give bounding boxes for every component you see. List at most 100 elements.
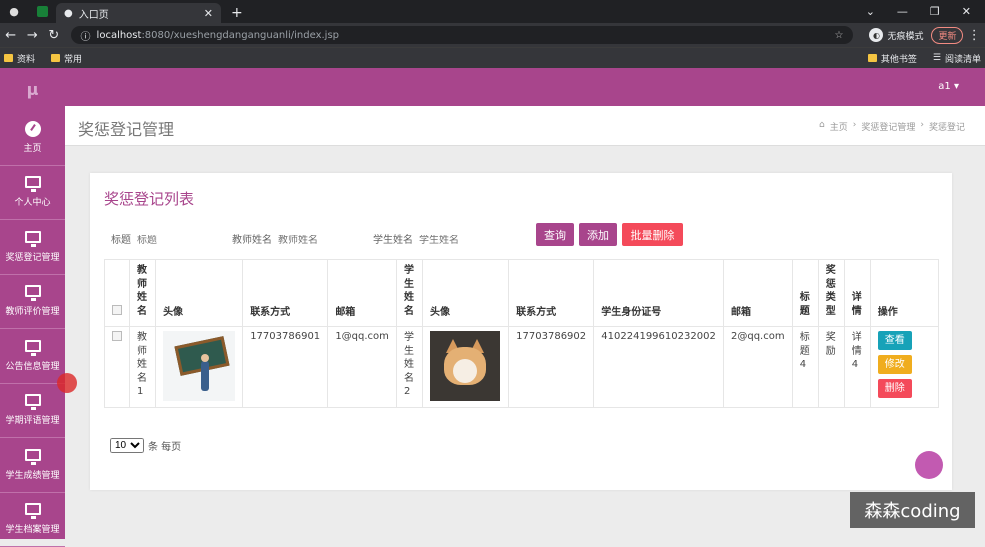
monitor-icon bbox=[25, 503, 41, 515]
tab-search-icon[interactable]: ⌄ bbox=[866, 5, 875, 18]
sidebar-item-label: 主页 bbox=[23, 141, 41, 154]
search-button[interactable]: 查询 bbox=[536, 223, 574, 246]
menu-icon[interactable]: ⋮ bbox=[963, 28, 985, 43]
add-button[interactable]: 添加 bbox=[579, 223, 617, 246]
sidebar-item-home[interactable]: 主页 bbox=[0, 111, 65, 166]
bookmark-label: 其他书签 bbox=[881, 52, 917, 65]
filter-label: 标题 bbox=[111, 235, 131, 246]
filter-title: 标题 bbox=[111, 231, 217, 246]
sidebar-item-term-comments[interactable]: 学期评语管理 bbox=[0, 384, 65, 439]
floating-action-button[interactable] bbox=[915, 451, 943, 479]
filter-teacher: 教师姓名 bbox=[232, 231, 358, 246]
url-input[interactable]: ⓘ localhost:8080/xueshengdanganguanli/in… bbox=[71, 26, 854, 44]
page-title: 奖惩登记管理 bbox=[78, 116, 174, 140]
breadcrumb-home[interactable]: 主页 bbox=[830, 120, 848, 133]
bookmark-star-icon[interactable]: ☆ bbox=[834, 30, 843, 41]
monitor-icon bbox=[25, 394, 41, 406]
student-avatar-image bbox=[430, 331, 500, 401]
sidebar-item-teacher-eval[interactable]: 教师评价管理 bbox=[0, 275, 65, 330]
dashboard-icon bbox=[25, 121, 41, 137]
monitor-icon bbox=[25, 231, 41, 243]
dog-face bbox=[444, 347, 486, 385]
student-email-cell: 2@qq.com bbox=[724, 327, 793, 408]
reading-list[interactable]: ☰ 阅读清单 bbox=[933, 52, 981, 65]
breadcrumb-current: 奖惩登记 bbox=[929, 120, 965, 133]
student-phone-cell: 17703786902 bbox=[509, 327, 594, 408]
batch-delete-button[interactable]: 批量删除 bbox=[622, 223, 683, 246]
reading-list-icon: ☰ bbox=[933, 53, 941, 63]
col-header: 操作 bbox=[870, 260, 938, 327]
sidebar-item-profile[interactable]: 个人中心 bbox=[0, 166, 65, 221]
back-button[interactable]: ← bbox=[0, 28, 22, 43]
sidebar-item-grades[interactable]: 学生成绩管理 bbox=[0, 438, 65, 493]
table-row: 教师姓名1 17703786901 1@qq.com 学生姓名2 1770378… bbox=[105, 327, 939, 408]
reload-button[interactable]: ↻ bbox=[43, 28, 65, 43]
col-header: 学生身份证号 bbox=[594, 260, 724, 327]
close-window-button[interactable]: ✕ bbox=[962, 5, 971, 18]
col-header: 邮箱 bbox=[328, 260, 397, 327]
view-button[interactable]: 查看 bbox=[878, 331, 912, 350]
bookmark-label: 资料 bbox=[17, 52, 35, 65]
bookmark-folder[interactable]: 资料 bbox=[4, 52, 35, 65]
url-host: localhost bbox=[97, 30, 142, 41]
teacher-phone-cell: 17703786901 bbox=[243, 327, 328, 408]
list-card: 奖惩登记列表 标题 教师姓名 学生姓名 查询 添加 批量删除 教师姓名 头像 联… bbox=[90, 173, 952, 490]
col-header: 头像 bbox=[423, 260, 509, 327]
globe-icon: ● bbox=[64, 8, 73, 19]
title-cell: 标题4 bbox=[792, 327, 818, 408]
detail-cell: 详情4 bbox=[844, 327, 870, 408]
browser-tabbar: ● ● 入口页 ✕ + ⌄ — ❐ ✕ bbox=[0, 0, 985, 23]
student-name-input[interactable] bbox=[419, 235, 499, 246]
folder-icon bbox=[4, 54, 13, 62]
close-tab-icon[interactable]: ✕ bbox=[204, 7, 213, 20]
monitor-icon bbox=[25, 449, 41, 461]
forward-button[interactable]: → bbox=[22, 28, 44, 43]
teacher-email-cell: 1@qq.com bbox=[328, 327, 397, 408]
cursor-highlight bbox=[57, 373, 77, 393]
breadcrumb-section[interactable]: 奖惩登记管理 bbox=[861, 120, 915, 133]
col-header: 邮箱 bbox=[724, 260, 793, 327]
tab-favicon-icon[interactable] bbox=[28, 0, 56, 23]
bookmark-label: 常用 bbox=[64, 52, 82, 65]
filter-student: 学生姓名 bbox=[373, 231, 499, 246]
row-select-cell bbox=[105, 327, 130, 408]
sidebar-item-label: 奖惩登记管理 bbox=[5, 250, 59, 263]
select-all-cell bbox=[105, 260, 130, 327]
info-icon[interactable]: ⓘ bbox=[81, 28, 91, 43]
update-button[interactable]: 更新 bbox=[931, 27, 963, 44]
col-header: 联系方式 bbox=[243, 260, 328, 327]
incognito-indicator[interactable]: ◐ 无痕模式 bbox=[869, 28, 923, 42]
col-header: 头像 bbox=[156, 260, 243, 327]
browser-tab[interactable]: ● 入口页 ✕ bbox=[56, 3, 221, 23]
breadcrumb-separator: › bbox=[920, 120, 924, 133]
minimize-button[interactable]: — bbox=[897, 5, 908, 18]
sidebar-item-label: 个人中心 bbox=[14, 195, 50, 208]
incognito-icon: ◐ bbox=[869, 28, 883, 42]
page-size-select[interactable]: 10 bbox=[110, 438, 144, 453]
list-title: 奖惩登记列表 bbox=[104, 188, 194, 209]
url-path: :8080/xueshengdanganguanli/index.jsp bbox=[141, 30, 339, 41]
col-header: 标题 bbox=[792, 260, 818, 327]
edit-button[interactable]: 修改 bbox=[878, 355, 912, 374]
other-bookmarks[interactable]: 其他书签 bbox=[868, 52, 917, 65]
select-all-checkbox[interactable] bbox=[112, 305, 122, 315]
sidebar-item-notices[interactable]: 公告信息管理 bbox=[0, 329, 65, 384]
teacher-name-input[interactable] bbox=[278, 235, 358, 246]
user-menu[interactable]: a1 ▾ bbox=[938, 81, 959, 92]
watermark: 森森coding bbox=[850, 492, 975, 528]
github-icon[interactable]: ● bbox=[0, 0, 28, 23]
tab-title: 入口页 bbox=[79, 6, 109, 21]
col-header: 奖惩类型 bbox=[818, 260, 844, 327]
sidebar-item-rewards[interactable]: 奖惩登记管理 bbox=[0, 220, 65, 275]
student-avatar-cell bbox=[423, 327, 509, 408]
page-size-control: 10 条 每页 bbox=[110, 438, 181, 453]
delete-button[interactable]: 删除 bbox=[878, 379, 912, 398]
bookmark-label: 阅读清单 bbox=[945, 52, 981, 65]
bookmark-folder[interactable]: 常用 bbox=[51, 52, 82, 65]
new-tab-button[interactable]: + bbox=[231, 5, 243, 21]
row-checkbox[interactable] bbox=[112, 331, 122, 341]
address-bar-row: ← → ↻ ⓘ localhost:8080/xueshengdangangua… bbox=[0, 23, 985, 47]
restore-button[interactable]: ❐ bbox=[930, 5, 940, 18]
title-input[interactable] bbox=[137, 235, 217, 246]
breadcrumb: ⌂ 主页 › 奖惩登记管理 › 奖惩登记 bbox=[819, 120, 965, 133]
